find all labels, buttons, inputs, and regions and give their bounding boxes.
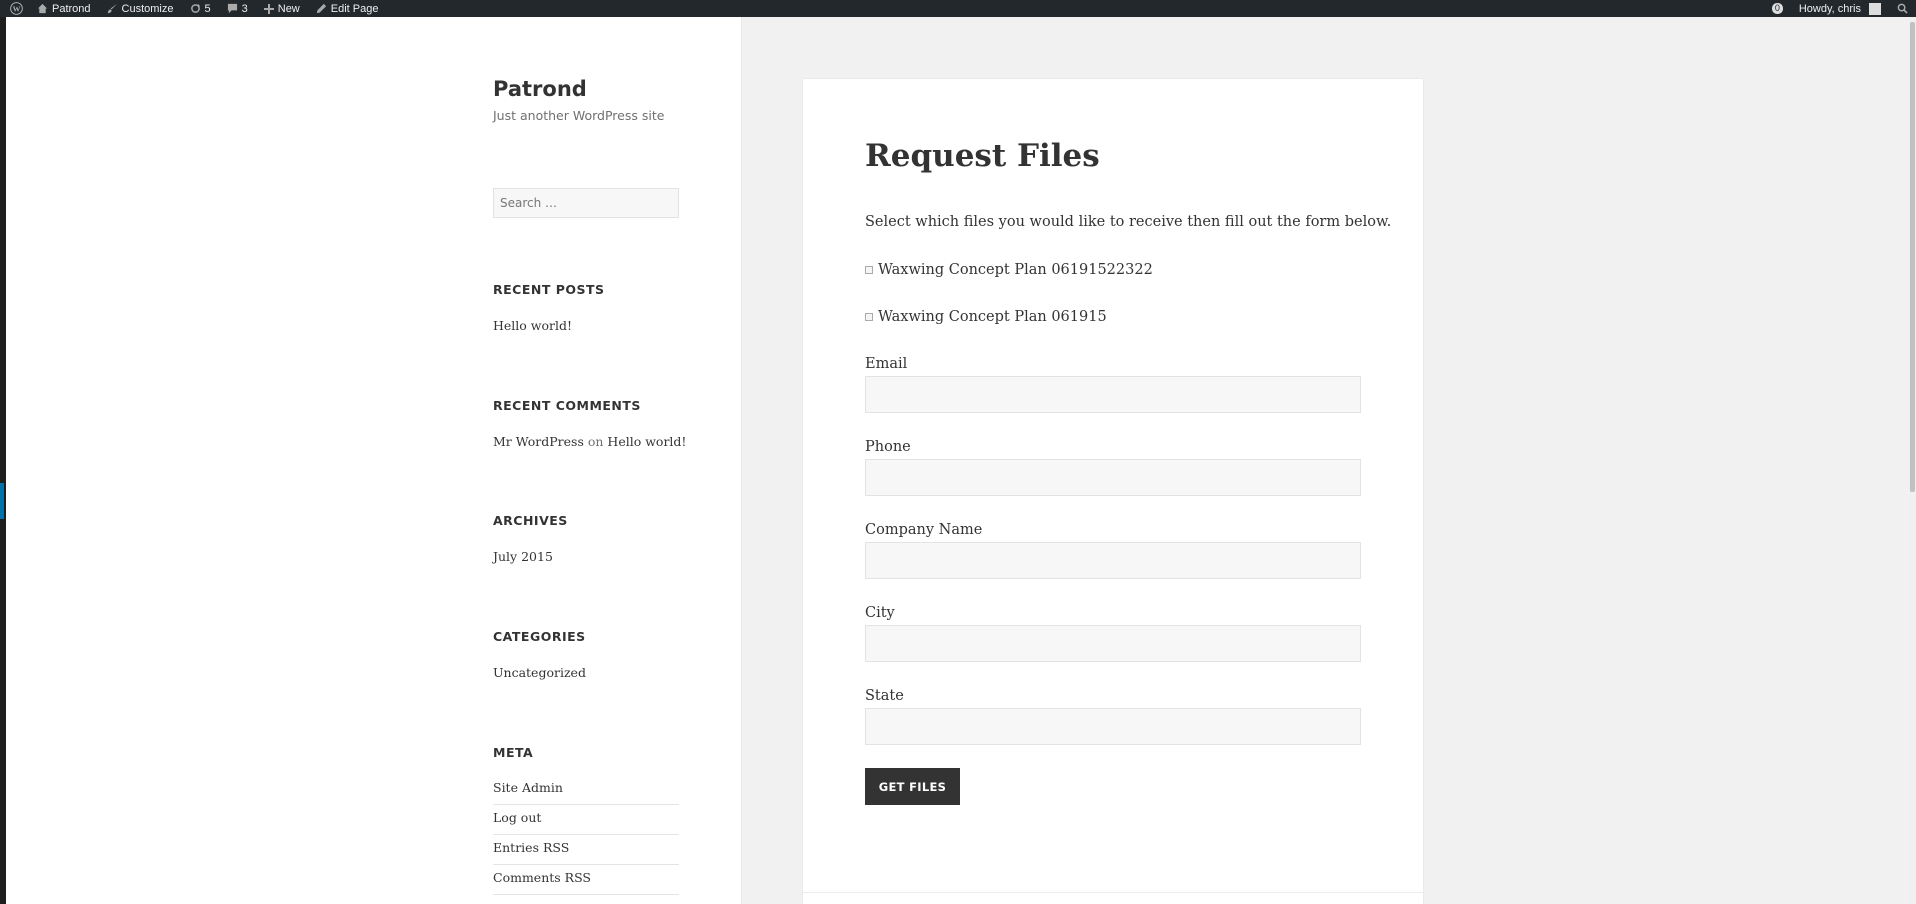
avatar [1869, 2, 1881, 15]
search-icon [1897, 3, 1908, 14]
file-option-label-2: Waxwing Concept Plan 061915 [878, 309, 1107, 325]
meta-comments-rss-link[interactable]: Comments RSS [493, 865, 679, 895]
page-title: Request Files [865, 138, 1100, 174]
categories-title: CATEGORIES [493, 629, 586, 644]
meta-site-admin-link[interactable]: Site Admin [493, 775, 679, 805]
file-checkbox-1[interactable] [865, 266, 873, 274]
comment-icon [227, 3, 237, 14]
scrollbar-thumb[interactable] [1910, 22, 1915, 492]
email-label: Email [865, 356, 908, 372]
pencil-icon [316, 3, 326, 14]
intro-text: Select which files you would like to rec… [865, 214, 1392, 230]
email-field[interactable] [865, 376, 1361, 413]
meta-entries-rss-link[interactable]: Entries RSS [493, 835, 679, 865]
card-footer-divider [803, 892, 1423, 893]
state-label: State [865, 688, 904, 704]
file-option-label-1: Waxwing Concept Plan 06191522322 [878, 262, 1153, 278]
recent-comment-item: Mr WordPress on Hello world! [493, 434, 686, 449]
site-title[interactable]: Patrond [493, 77, 587, 101]
company-name-label: Company Name [865, 522, 983, 538]
wordpress-logo-icon[interactable]: W [0, 0, 29, 17]
sidebar [6, 17, 741, 904]
search-input[interactable] [493, 188, 679, 218]
admin-bar-customize[interactable]: Customize [99, 0, 182, 17]
city-field[interactable] [865, 625, 1361, 662]
comment-author-link[interactable]: Mr WordPress [493, 434, 584, 449]
recent-posts-title: RECENT POSTS [493, 282, 605, 297]
meta-log-out-link[interactable]: Log out [493, 805, 679, 835]
admin-bar-updates-count: 5 [204, 2, 211, 15]
file-option-2[interactable]: Waxwing Concept Plan 061915 [865, 309, 1107, 325]
city-label: City [865, 605, 895, 621]
admin-bar-howdy: Howdy, chris [1798, 2, 1861, 15]
home-icon [37, 3, 48, 14]
site-description: Just another WordPress site [493, 108, 665, 123]
admin-bar-customize-label: Customize [121, 2, 174, 15]
archive-link[interactable]: July 2015 [493, 549, 553, 564]
admin-bar-new-label: New [277, 2, 300, 15]
updates-icon [190, 3, 200, 13]
admin-bar-search[interactable] [1889, 0, 1916, 17]
state-field[interactable] [865, 708, 1361, 745]
admin-bar-notifications[interactable]: 0 [1764, 0, 1791, 17]
sidebar-divider [741, 17, 742, 904]
window-edge-accent [0, 483, 4, 519]
admin-bar-updates[interactable]: 5 [182, 0, 219, 17]
admin-bar-site-link[interactable]: Patrond [29, 0, 99, 17]
svg-text:W: W [13, 4, 21, 13]
recent-post-link[interactable]: Hello world! [493, 318, 572, 333]
admin-bar-new[interactable]: New [256, 0, 308, 17]
admin-bar-edit-page-label: Edit Page [330, 2, 379, 15]
admin-bar-edit-page[interactable]: Edit Page [308, 0, 387, 17]
admin-bar: W Patrond Customize 5 3 New Edit Page 0 [0, 0, 1916, 17]
category-link[interactable]: Uncategorized [493, 665, 586, 680]
get-files-button[interactable]: GET FILES [865, 768, 960, 805]
recent-comments-title: RECENT COMMENTS [493, 398, 641, 413]
meta-title: META [493, 745, 534, 760]
notifications-badge: 0 [1771, 3, 1783, 14]
comment-post-link[interactable]: Hello world! [607, 434, 686, 449]
plus-icon [263, 3, 274, 14]
phone-label: Phone [865, 439, 911, 455]
phone-field[interactable] [865, 459, 1361, 496]
brush-icon [107, 3, 117, 14]
admin-bar-site-name: Patrond [52, 2, 91, 15]
admin-bar-comments-count: 3 [241, 2, 248, 15]
admin-bar-comments[interactable]: 3 [219, 0, 256, 17]
admin-bar-my-account[interactable]: Howdy, chris [1791, 0, 1889, 17]
company-name-field[interactable] [865, 542, 1361, 579]
archives-title: ARCHIVES [493, 513, 568, 528]
admin-bar-left: W Patrond Customize 5 3 New Edit Page [0, 0, 386, 17]
admin-bar-right: 0 Howdy, chris [1764, 0, 1916, 17]
file-option-1[interactable]: Waxwing Concept Plan 06191522322 [865, 262, 1153, 278]
comment-connector: on [587, 434, 604, 449]
file-checkbox-2[interactable] [865, 313, 873, 321]
